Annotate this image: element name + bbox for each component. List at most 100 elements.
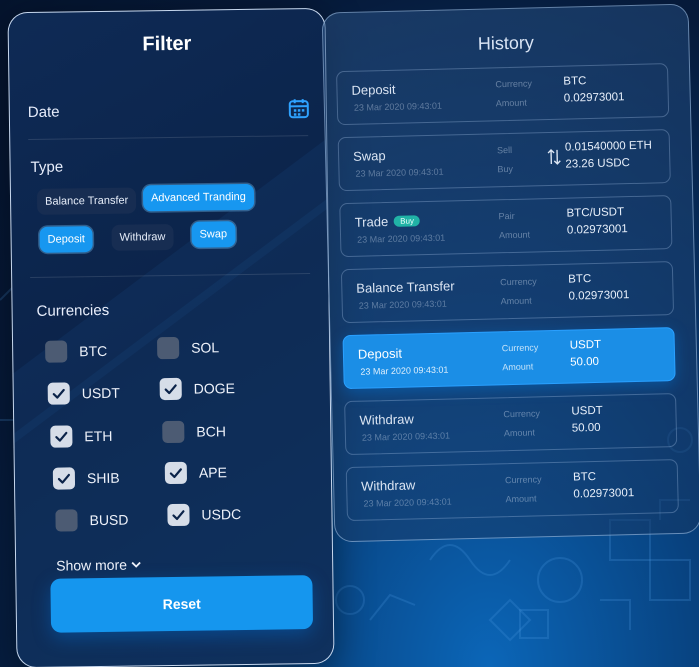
field-value: USDT bbox=[569, 338, 602, 352]
currency-usdc[interactable]: USDC bbox=[167, 503, 242, 527]
transaction-type: Swap bbox=[352, 148, 386, 164]
type-label: Type bbox=[30, 158, 64, 176]
history-row[interactable]: Deposit 23 Mar 2020 09:43:01 Currency Am… bbox=[336, 63, 670, 126]
chip-advanced-trading[interactable]: Advanced Tranding bbox=[142, 183, 255, 212]
checkbox[interactable] bbox=[167, 503, 190, 527]
transaction-type: Balance Transfer bbox=[356, 278, 455, 296]
currency-label: SOL bbox=[191, 339, 220, 356]
buy-badge: Buy bbox=[394, 215, 421, 227]
history-row[interactable]: Withdraw 23 Mar 2020 09:43:01 Currency A… bbox=[344, 393, 678, 456]
transaction-time: 23 Mar 2020 09:43:01 bbox=[357, 232, 446, 245]
currency-label: ETH bbox=[84, 427, 113, 445]
currency-label: DOGE bbox=[193, 380, 236, 397]
checkbox[interactable] bbox=[50, 425, 73, 448]
field-label: Currency bbox=[503, 408, 541, 420]
checkbox[interactable] bbox=[156, 336, 180, 360]
field-value: BTC bbox=[572, 470, 597, 484]
type-chips: Balance Transfer Advanced Tranding Depos… bbox=[35, 183, 315, 253]
field-label: Amount bbox=[505, 493, 537, 505]
chip-deposit[interactable]: Deposit bbox=[39, 226, 94, 253]
history-panel: History Deposit 23 Mar 2020 09:43:01 Cur… bbox=[321, 3, 699, 543]
divider bbox=[30, 273, 311, 278]
chip-balance-transfer[interactable]: Balance Transfer bbox=[36, 187, 137, 215]
reset-button[interactable]: Reset bbox=[50, 575, 314, 633]
transaction-time: 23 Mar 2020 09:43:01 bbox=[360, 364, 449, 377]
history-row[interactable]: Swap 23 Mar 2020 09:43:01 Sell Buy 0.015… bbox=[337, 129, 671, 192]
currency-ape[interactable]: APE bbox=[164, 461, 228, 485]
check-icon bbox=[57, 473, 71, 484]
checkbox[interactable] bbox=[55, 509, 78, 532]
field-label: Amount bbox=[500, 295, 532, 307]
transaction-type: Trade Buy bbox=[355, 213, 421, 230]
field-label: Buy bbox=[497, 163, 514, 175]
currency-sol[interactable]: SOL bbox=[156, 336, 220, 360]
field-value: 50.00 bbox=[570, 355, 600, 369]
checkbox[interactable] bbox=[159, 377, 182, 401]
date-row[interactable]: Date bbox=[28, 97, 310, 123]
field-label: Amount bbox=[502, 361, 534, 373]
field-label: Currency bbox=[501, 342, 539, 354]
history-row[interactable]: Deposit 23 Mar 2020 09:43:01 Currency Am… bbox=[342, 327, 676, 390]
currency-btc[interactable]: BTC bbox=[45, 340, 107, 363]
checkbox[interactable] bbox=[45, 340, 68, 363]
field-value: BTC/USDT bbox=[566, 206, 625, 220]
check-icon bbox=[169, 468, 182, 479]
history-row[interactable]: Balance Transfer 23 Mar 2020 09:43:01 Cu… bbox=[340, 261, 675, 324]
show-more-link[interactable]: Show more bbox=[56, 556, 141, 574]
currency-usdt[interactable]: USDT bbox=[47, 382, 120, 405]
history-row[interactable]: Withdraw 23 Mar 2020 09:43:01 Currency A… bbox=[345, 458, 679, 522]
field-value: 23.26 USDC bbox=[565, 157, 631, 171]
checkbox[interactable] bbox=[47, 382, 70, 405]
field-label: Currency bbox=[504, 474, 542, 486]
transaction-time: 23 Mar 2020 09:43:01 bbox=[363, 496, 452, 509]
transaction-time: 23 Mar 2020 09:43:01 bbox=[361, 430, 451, 443]
currency-label: APE bbox=[198, 464, 228, 481]
currency-label: BCH bbox=[196, 423, 226, 440]
field-label: Amount bbox=[495, 97, 527, 109]
check-icon bbox=[172, 510, 185, 521]
checkbox[interactable] bbox=[162, 420, 185, 444]
checkbox[interactable] bbox=[164, 461, 188, 485]
currency-eth[interactable]: ETH bbox=[50, 425, 112, 448]
chevron-down-icon bbox=[131, 561, 141, 568]
field-value: 0.02973001 bbox=[566, 223, 628, 237]
checkbox[interactable] bbox=[52, 467, 76, 490]
field-value: BTC bbox=[563, 75, 587, 88]
field-value: USDT bbox=[571, 404, 603, 418]
currency-label: BUSD bbox=[89, 511, 129, 529]
calendar-icon[interactable] bbox=[288, 97, 310, 119]
currency-shib[interactable]: SHIB bbox=[52, 467, 120, 490]
transaction-type: Deposit bbox=[357, 345, 403, 362]
field-label: Currency bbox=[495, 78, 533, 90]
field-label: Currency bbox=[500, 276, 537, 288]
currency-bch[interactable]: BCH bbox=[162, 420, 226, 444]
field-label: Pair bbox=[498, 210, 515, 222]
transaction-time: 23 Mar 2020 09:43:01 bbox=[353, 100, 443, 113]
transaction-time: 23 Mar 2020 09:43:01 bbox=[358, 298, 447, 311]
check-icon bbox=[164, 384, 177, 395]
field-value: 50.00 bbox=[571, 421, 601, 435]
filter-panel: Filter Date Type Balance Transfer Advanc… bbox=[7, 7, 335, 667]
currency-busd[interactable]: BUSD bbox=[55, 509, 129, 532]
swap-arrows-icon bbox=[547, 149, 561, 165]
transaction-type: Withdraw bbox=[359, 411, 414, 428]
currency-label: SHIB bbox=[86, 469, 120, 487]
field-value: BTC bbox=[568, 273, 592, 286]
transaction-type: Withdraw bbox=[360, 477, 416, 494]
check-icon bbox=[52, 388, 65, 399]
field-label: Amount bbox=[503, 427, 536, 439]
history-row[interactable]: Trade Buy 23 Mar 2020 09:43:01 Pair Amou… bbox=[339, 195, 673, 258]
field-value: 0.02973001 bbox=[573, 487, 635, 501]
history-title: History bbox=[477, 32, 535, 54]
currency-doge[interactable]: DOGE bbox=[159, 377, 236, 401]
field-value: 0.01540000 ETH bbox=[564, 139, 653, 154]
chip-swap[interactable]: Swap bbox=[191, 221, 236, 248]
show-more-label: Show more bbox=[56, 556, 128, 574]
currency-label: BTC bbox=[79, 342, 108, 360]
date-label: Date bbox=[27, 103, 60, 121]
currencies-label: Currencies bbox=[36, 301, 110, 320]
currency-label: USDC bbox=[201, 506, 242, 523]
check-icon bbox=[55, 431, 68, 442]
field-value: 0.02973001 bbox=[568, 289, 630, 303]
chip-withdraw[interactable]: Withdraw bbox=[111, 223, 174, 251]
